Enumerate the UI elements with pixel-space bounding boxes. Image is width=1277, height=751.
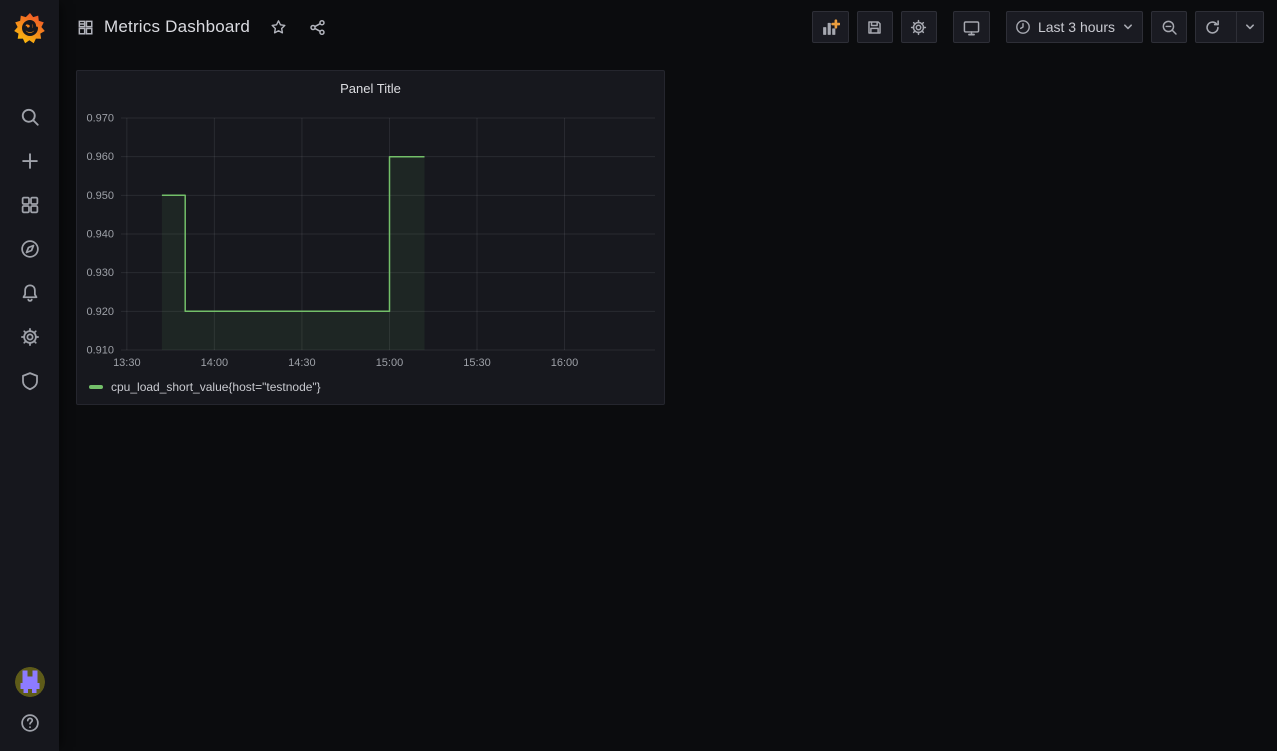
sidebar-item-dashboards[interactable] [0,183,59,227]
svg-text:0.970: 0.970 [86,113,114,125]
chevron-down-icon [1244,21,1256,33]
star-icon [270,19,287,36]
panel-title[interactable]: Panel Title [77,75,664,101]
panel: Panel Title 0.9700.9600.9500.9400.9300.9… [76,70,665,405]
chevron-down-icon [1122,21,1134,33]
dashboard-canvas: Panel Title 0.9700.9600.9500.9400.9300.9… [59,54,1277,751]
svg-text:14:00: 14:00 [201,357,229,369]
refresh-button-group [1195,11,1264,43]
svg-text:15:30: 15:30 [463,357,491,369]
grid-icon [20,195,40,215]
svg-text:0.920: 0.920 [86,306,114,318]
sidebar-item-explore[interactable] [0,227,59,271]
grafana-app: Metrics Dashboard [0,0,1277,751]
save-dashboard-button[interactable] [857,11,893,43]
time-range-label: Last 3 hours [1038,19,1115,35]
compass-icon [20,239,40,259]
refresh-dashboard-button[interactable] [1196,12,1229,42]
shield-icon [20,371,40,391]
bell-icon [20,283,40,303]
svg-text:14:30: 14:30 [288,357,316,369]
legend-series-label[interactable]: cpu_load_short_value{host="testnode"} [111,380,321,394]
add-panel-button[interactable] [812,11,849,43]
refresh-interval-dropdown[interactable] [1236,12,1263,42]
grafana-flame-icon [12,10,48,46]
sidebar-item-configuration[interactable] [0,315,59,359]
sidebar-item-server-admin[interactable] [0,359,59,403]
time-range-picker[interactable]: Last 3 hours [1006,11,1143,43]
breadcrumb: Metrics Dashboard [77,17,332,37]
apps-icon [77,19,94,36]
dashboard-settings-button[interactable] [901,11,937,43]
sidebar-bottom [0,667,59,751]
share-icon [309,19,326,36]
question-icon [20,713,40,733]
dashboard-header: Metrics Dashboard [59,0,1277,54]
cycle-view-mode-button[interactable] [953,11,990,43]
svg-text:0.910: 0.910 [86,345,114,357]
zoom-out-icon [1161,19,1178,36]
svg-text:13:30: 13:30 [113,357,141,369]
svg-text:15:00: 15:00 [376,357,404,369]
zoom-out-time-button[interactable] [1151,11,1187,43]
chart-legend: cpu_load_short_value{host="testnode"} [89,377,321,397]
svg-text:0.940: 0.940 [86,229,114,241]
gear-icon [910,19,927,36]
user-avatar[interactable] [15,667,45,697]
favorite-button[interactable] [264,19,293,36]
sidebar-item-help[interactable] [0,711,59,735]
main-column: Metrics Dashboard [59,0,1277,751]
page-title[interactable]: Metrics Dashboard [104,17,250,37]
svg-text:0.930: 0.930 [86,267,114,279]
monitor-icon [962,18,981,37]
header-actions: Last 3 hours [804,11,1264,43]
gear-icon [20,327,40,347]
sidebar-item-search[interactable] [0,95,59,139]
sidebar-item-alerting[interactable] [0,271,59,315]
svg-text:0.960: 0.960 [86,151,114,163]
time-series-chart[interactable]: 0.970 0.960 0.950 0.940 0.930 0.920 0.91013:30… [85,103,658,375]
refresh-icon [1204,19,1221,36]
svg-text:16:00: 16:00 [551,357,579,369]
sidebar [0,0,59,751]
avatar-image [15,667,45,697]
clock-icon [1015,19,1031,35]
grafana-logo[interactable] [0,0,59,55]
share-button[interactable] [303,19,332,36]
add-panel-icon [821,18,840,37]
sidebar-nav [0,95,59,403]
search-icon [20,107,40,127]
plus-icon [20,151,40,171]
dashboard-apps-icon[interactable] [77,19,94,36]
sidebar-item-create[interactable] [0,139,59,183]
save-icon [866,19,883,36]
legend-series-swatch [89,385,103,389]
svg-text:0.950: 0.950 [86,190,114,202]
